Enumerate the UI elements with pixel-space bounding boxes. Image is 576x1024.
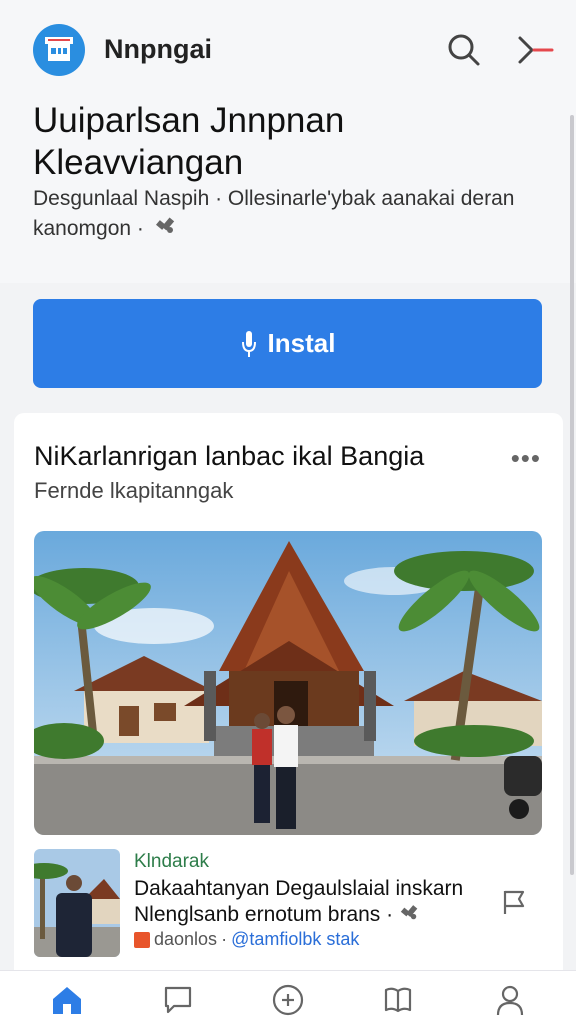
content-card: NiKarlanrigan lanbac ikal Bangia ••• Fer… [14, 413, 563, 1013]
satellite-icon [399, 902, 419, 929]
news-headline[interactable]: Dakaahtanyan Degaulslaial inskarn Nlengl… [134, 876, 494, 929]
plus-circle-icon[interactable] [270, 983, 306, 1017]
card-subtitle: Fernde lkapitanngak [34, 478, 234, 503]
install-label: Instal [267, 328, 336, 358]
install-button[interactable]: Instal [33, 299, 542, 388]
storefront-icon[interactable] [33, 24, 85, 76]
chat-icon[interactable] [160, 983, 196, 1017]
scrollbar[interactable] [570, 115, 574, 875]
dot: · [221, 929, 228, 949]
microphone-icon [240, 330, 258, 358]
app-header: Uuiparlsan Jnnpnan Kleavviangan Desgunla… [0, 100, 576, 283]
card-title: NiKarlanrigan lanbac ikal Bangia [34, 441, 425, 471]
news-meta-tag[interactable]: @tamfiolbk stak [231, 929, 359, 950]
book-icon[interactable] [380, 983, 416, 1017]
bottom-navigation [0, 970, 576, 1024]
home-icon[interactable] [49, 983, 85, 1017]
user-icon[interactable] [492, 983, 528, 1017]
page-title: Uuiparlsan Jnnpnan Kleavviangan [33, 101, 345, 182]
subtitle-text: Desgunlaal Naspih · Ollesinarle'ybak aan… [33, 187, 515, 241]
app-name: Nnpngai [104, 34, 212, 64]
search-icon[interactable] [444, 30, 484, 70]
page-subtitle: Desgunlaal Naspih · Ollesinarle'ybak aan… [33, 184, 543, 245]
news-meta: daonlos · @tamfiolbk stak [134, 929, 359, 950]
top-app-bar: Nnpngai [0, 0, 576, 100]
flag-icon[interactable] [499, 887, 529, 917]
news-thumbnail[interactable] [34, 849, 120, 957]
more-options-icon[interactable]: ••• [511, 443, 541, 474]
hero-image[interactable] [34, 531, 542, 835]
arrow-close-icon[interactable] [514, 30, 554, 70]
satellite-icon [154, 214, 176, 245]
flag-badge-icon [134, 931, 150, 948]
news-source: Klndarak [134, 851, 209, 872]
news-meta-prefix: daonlos [154, 929, 218, 949]
